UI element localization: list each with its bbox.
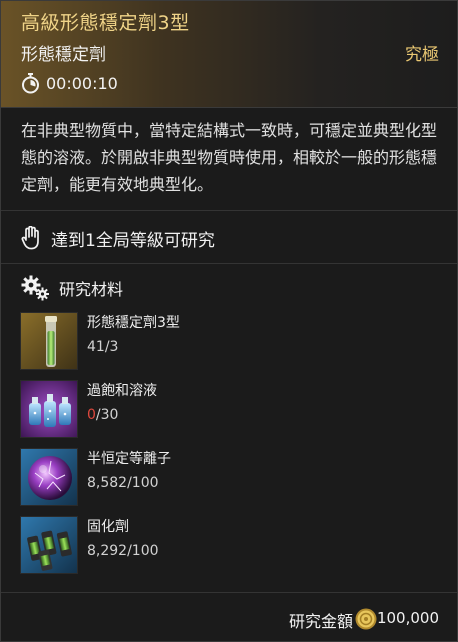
tooltip-header: 高級形態穩定劑3型 形態穩定劑 究極 00:00:10: [1, 1, 457, 108]
cost-value: 100,000: [376, 609, 439, 627]
requirement-text: 達到1全局等級可研究: [51, 230, 215, 251]
hand-icon: [21, 226, 39, 250]
stabilizer-vial-icon: [20, 312, 78, 370]
material-item[interactable]: 形態穩定劑3型 41/3: [20, 312, 420, 372]
material-count: 8,292/100: [87, 543, 159, 559]
gears-icon: [21, 275, 49, 301]
research-timer: 00:00:10: [21, 72, 118, 94]
item-title: 高級形態穩定劑3型: [21, 12, 190, 34]
material-name: 過飽和溶液: [87, 383, 157, 399]
material-item[interactable]: 過飽和溶液 0/30: [20, 380, 420, 440]
item-category: 形態穩定劑: [21, 45, 106, 65]
research-tooltip-panel: 高級形態穩定劑3型 形態穩定劑 究極 00:00:10 在非典型物質中，當特定結…: [0, 0, 458, 642]
material-need: /3: [104, 339, 119, 355]
divider: [1, 263, 457, 264]
cost-label: 研究金額: [288, 612, 353, 631]
material-count: 41/3: [87, 339, 118, 355]
coin-icon: [355, 608, 377, 630]
item-description: 在非典型物質中，當特定結構式一致時，可穩定並典型化型態的溶液。於開啟非典型物質時…: [21, 121, 438, 194]
material-have: 8,582: [87, 475, 128, 491]
material-have: 0: [87, 407, 96, 423]
divider: [1, 210, 457, 211]
material-name: 形態穩定劑3型: [87, 315, 180, 331]
research-requirement: 達到1全局等級可研究: [21, 225, 215, 251]
material-count: 0/30: [87, 407, 118, 423]
timer-value: 00:00:10: [46, 73, 118, 93]
material-name: 半恒定等離子: [87, 451, 171, 467]
solution-bottles-icon: [20, 380, 78, 438]
material-need: /100: [127, 543, 159, 559]
material-item[interactable]: 固化劑 8,292/100: [20, 516, 420, 576]
materials-heading-label: 研究材料: [59, 280, 124, 299]
material-name: 固化劑: [87, 519, 129, 535]
material-count: 8,582/100: [87, 475, 159, 491]
research-cost: 研究金額 100,000: [1, 592, 457, 642]
material-need: /30: [95, 407, 119, 423]
stopwatch-icon: [22, 72, 39, 93]
plasma-orb-icon: [20, 448, 78, 506]
item-rank: 究極: [405, 45, 439, 65]
material-item[interactable]: 半恒定等離子 8,582/100: [20, 448, 420, 508]
material-have: 41: [87, 339, 105, 355]
material-have: 8,292: [87, 543, 128, 559]
hardener-cells-icon: [20, 516, 78, 574]
material-need: /100: [127, 475, 159, 491]
materials-heading: 研究材料: [21, 275, 123, 301]
